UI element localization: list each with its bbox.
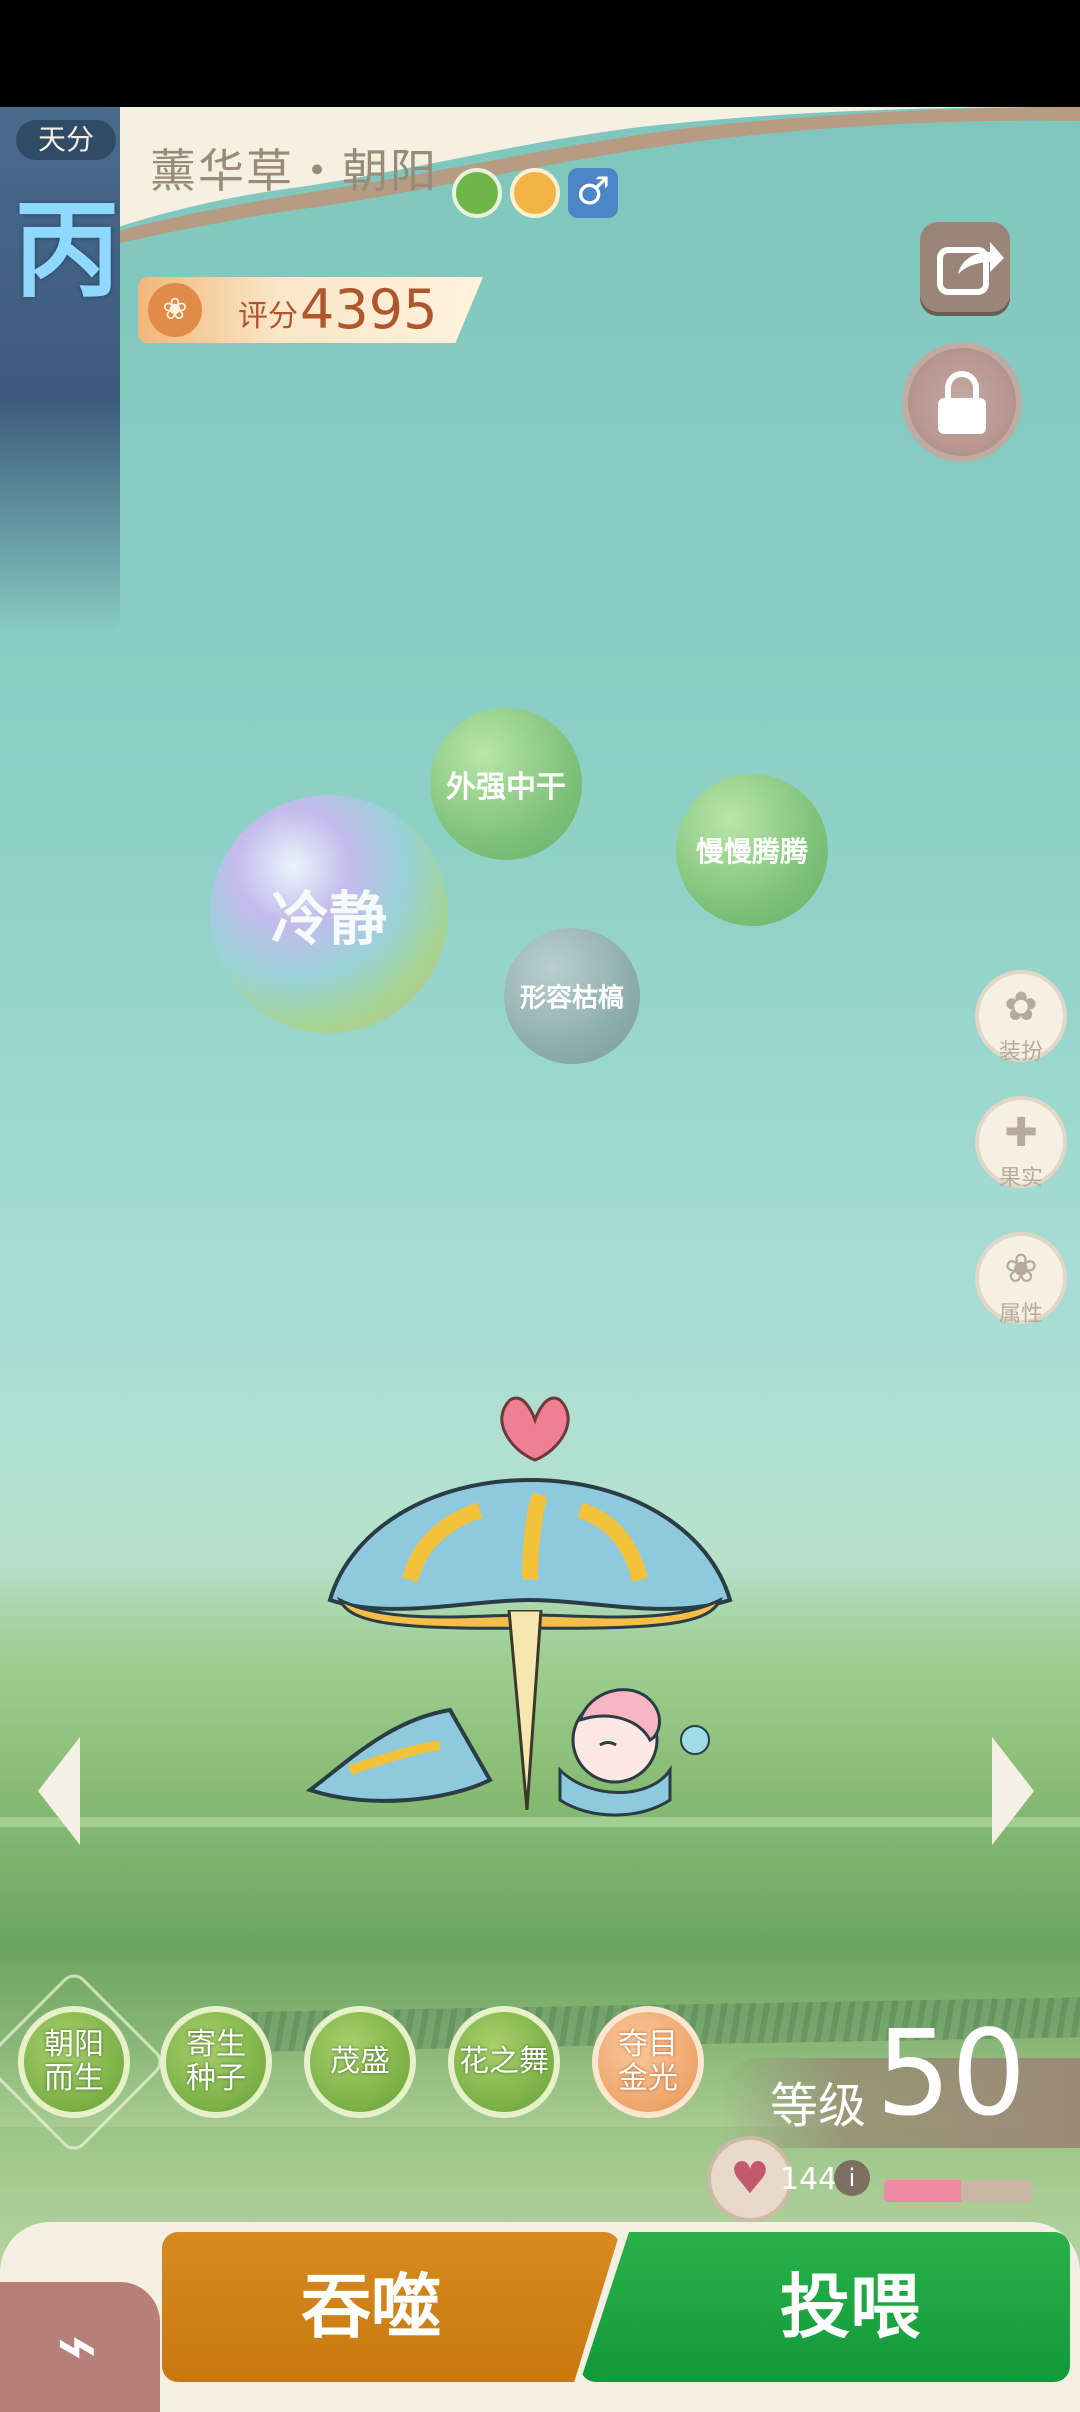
- devour-label: 吞噬: [301, 2266, 441, 2348]
- lock-button[interactable]: [902, 342, 1022, 462]
- skill-button[interactable]: 寄生 种子: [160, 2006, 272, 2118]
- paw-icon: ❀: [148, 283, 202, 337]
- swipe-icon: ⌁: [55, 2304, 99, 2386]
- feed-button[interactable]: 投喂: [580, 2232, 1070, 2382]
- trait-label: 外强中干: [446, 770, 566, 805]
- skill-button[interactable]: 茂盛: [304, 2006, 416, 2118]
- male-icon: ♂: [568, 168, 618, 218]
- trait-bubble[interactable]: 形容枯槁: [504, 928, 640, 1064]
- rank-value: 丙: [14, 187, 120, 312]
- trait-label: 冷静: [270, 885, 387, 953]
- pet-body: [305, 1688, 710, 1817]
- score-badge: ❀ 评分 4395: [138, 277, 483, 343]
- trait-label: 慢慢腾腾: [695, 835, 808, 868]
- trait-bubble-main[interactable]: 冷静: [210, 795, 448, 1033]
- side-menu-label: 属性: [998, 1302, 1043, 1327]
- dress-up-button[interactable]: ✿ 装扮: [975, 970, 1067, 1065]
- feed-label: 投喂: [780, 2266, 920, 2348]
- attributes-button[interactable]: ❀ 属性: [975, 1232, 1067, 1327]
- devour-button[interactable]: 吞噬: [162, 2232, 620, 2382]
- hp-bar-fill: [884, 2180, 961, 2202]
- share-button[interactable]: [920, 222, 1010, 312]
- side-menu-label: 装扮: [998, 1040, 1043, 1065]
- pet-character[interactable]: [290, 1390, 760, 1830]
- rank-label: 天分: [16, 120, 116, 160]
- skill-button[interactable]: 朝阳 而生: [18, 2006, 130, 2118]
- paw-icon: ❀: [1004, 1246, 1038, 1292]
- lock-icon: [938, 371, 986, 434]
- skill-button[interactable]: 夺目 金光: [592, 2006, 704, 2118]
- sun-element-icon[interactable]: [510, 168, 560, 218]
- skill-label: 茂盛: [330, 2044, 390, 2079]
- skill-button[interactable]: 花之舞: [448, 2006, 560, 2118]
- share-icon: [937, 242, 1004, 295]
- skill-label: 朝阳 而生: [44, 2027, 104, 2096]
- level-label: 等级: [770, 2078, 867, 2134]
- grass-element-icon[interactable]: [452, 168, 502, 218]
- pet-cap: [327, 1477, 733, 1630]
- trait-bubble[interactable]: 外强中干: [430, 708, 582, 860]
- level-value: 50: [876, 2004, 1027, 2142]
- plus-icon: ✚: [1004, 1110, 1038, 1156]
- hp-bar: [884, 2180, 1032, 2202]
- skill-label: 花之舞: [459, 2044, 549, 2079]
- status-bar: [0, 0, 1080, 107]
- fruit-button[interactable]: ✚ 果实: [975, 1096, 1067, 1191]
- skill-label: 夺目 金光: [618, 2027, 678, 2096]
- next-pet-arrow-icon[interactable]: [992, 1737, 1034, 1845]
- pet-name: 薰华草・朝阳: [150, 144, 438, 198]
- previous-pet-arrow-icon[interactable]: [38, 1737, 80, 1845]
- side-menu-label: 果实: [998, 1166, 1043, 1191]
- info-icon[interactable]: i: [834, 2160, 870, 2196]
- score-label: 评分: [238, 299, 298, 334]
- hp-value: 144: [780, 2162, 838, 2197]
- skill-label: 寄生 种子: [186, 2027, 246, 2096]
- trait-bubble[interactable]: 慢慢腾腾: [676, 774, 828, 926]
- heart-icon: ♥: [730, 2153, 770, 2204]
- trait-label: 形容枯槁: [519, 983, 624, 1014]
- score-value: 4395: [300, 278, 438, 341]
- butterfly-icon: ✿: [1004, 984, 1038, 1030]
